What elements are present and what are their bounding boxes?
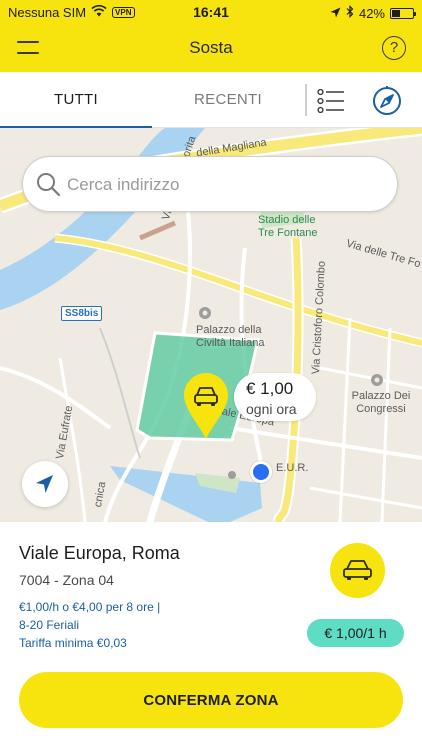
search-input[interactable]: [67, 173, 367, 197]
navigation-arrow-icon: [36, 475, 53, 493]
zone-rule-line: 8-20 Feriali: [19, 618, 80, 632]
help-button[interactable]: ?: [382, 36, 406, 60]
road-badge: SS8bis: [61, 306, 103, 321]
page-title: Sosta: [189, 38, 233, 57]
map-label-stadio: Stadio delle Tre Fontane: [258, 214, 318, 239]
status-bar: Nessuna SIM VPN 16:41 42%: [0, 0, 422, 24]
battery-percent: 42%: [358, 5, 385, 21]
car-icon: [343, 560, 372, 580]
lake: [110, 466, 262, 522]
map-label-palazzo-congressi: Palazzo Dei Congressi: [351, 390, 411, 415]
locate-me-button[interactable]: [22, 461, 68, 507]
tab-recent-label: RECENTI: [194, 91, 262, 108]
tab-divider: [305, 84, 307, 116]
battery-icon: [390, 7, 416, 19]
nav-bar: Sosta ?: [0, 24, 422, 72]
zone-vehicle-badge: [330, 543, 385, 598]
confirm-zone-button[interactable]: CONFERMA ZONA: [19, 672, 403, 728]
map-label-palazzo-civilta: Palazzo della Civiltà Italiana: [196, 324, 265, 349]
search-icon: [37, 173, 61, 197]
compass-button[interactable]: [371, 85, 403, 117]
tab-recent[interactable]: RECENTI: [152, 72, 304, 128]
current-location-dot: [250, 461, 272, 483]
tab-all[interactable]: TUTTI: [0, 72, 152, 129]
app-header: Nessuna SIM VPN 16:41 42% Sosta ?: [0, 0, 422, 72]
compass-icon: [373, 86, 401, 115]
search-bar[interactable]: [22, 156, 398, 212]
zone-rate-badge: € 1,00/1 h: [307, 619, 404, 647]
bubble-price: € 1,00: [246, 379, 294, 398]
tab-all-label: TUTTI: [54, 91, 98, 108]
zone-code: 7004 - Zona 04: [19, 572, 114, 588]
bluetooth-icon: [346, 5, 354, 21]
price-bubble[interactable]: € 1,00 ogni ora: [234, 373, 316, 421]
bubble-rate: ogni ora: [246, 401, 297, 417]
parking-pin[interactable]: [184, 373, 228, 443]
location-arrow-icon: [330, 6, 341, 21]
zone-rule-line: €1,00/h o €4,00 per 8 ore |: [19, 600, 161, 614]
zone-info-panel: Viale Europa, Roma 7004 - Zona 04 €1,00/…: [0, 522, 422, 750]
zone-rule-line: Tariffa minima €0,03: [19, 636, 127, 650]
zone-address: Viale Europa, Roma: [19, 543, 180, 563]
map-label-eur: E.U.R.: [276, 462, 309, 474]
list-view-button[interactable]: [317, 88, 345, 114]
map-view[interactable]: della Magliana Stadio delle Tre Fontane …: [0, 128, 422, 522]
list-icon: [317, 88, 344, 114]
tab-bar: TUTTI RECENTI: [0, 72, 422, 129]
